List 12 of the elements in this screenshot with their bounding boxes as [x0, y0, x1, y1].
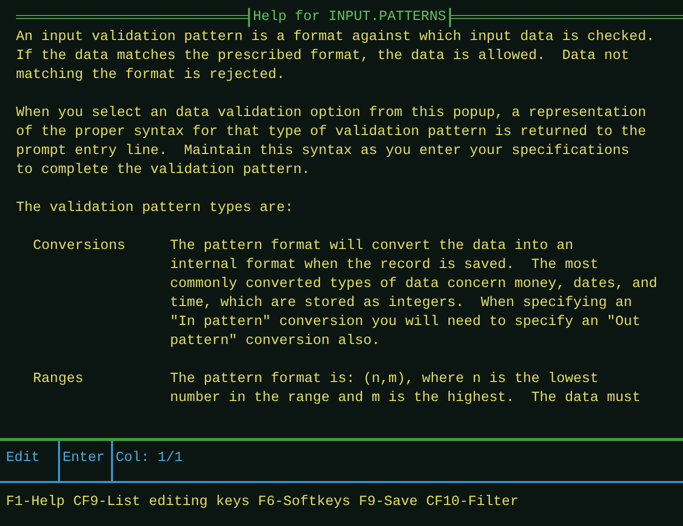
- function-key-hints: F1-Help CF9-List editing keys F6-Softkeys F9-Save CF10-Filter: [6, 493, 520, 512]
- definition-text: The pattern format is: (n,m), where n is the lowest number in the range and m is the highest. The data must: [170, 370, 640, 408]
- definition-term: Ranges: [33, 370, 84, 389]
- status-field: Col: 1/1: [112, 441, 186, 481]
- help-paragraph: The validation pattern types are:: [16, 199, 294, 218]
- help-paragraph: When you select an data validation option from this popup, a representation of the proper syntax for that type of validation pattern is returned to the prompt entry line. Maintain this syntax as you enter your specifications to complete the validation pattern.: [16, 104, 646, 180]
- status-field: Enter: [60, 441, 113, 481]
- help-paragraph: An input validation pattern is a format against which input data is checked. If the data matches the prescribed format, the data is allowed. Data not matching the format is rejected.: [16, 28, 655, 85]
- window-title: Help for INPUT.PATTERNS: [248, 8, 452, 26]
- definition-text: The pattern format will convert the data into an internal format when the record is saved. The most commonly converted types of data concern money, dates, and time, which are stored as integers. When specifying an "In pattern" conversion you will need to specify an "Out pattern" conversion also.: [170, 237, 658, 351]
- definition-term: Conversions: [33, 237, 126, 256]
- status-field: Edit: [6, 441, 60, 481]
